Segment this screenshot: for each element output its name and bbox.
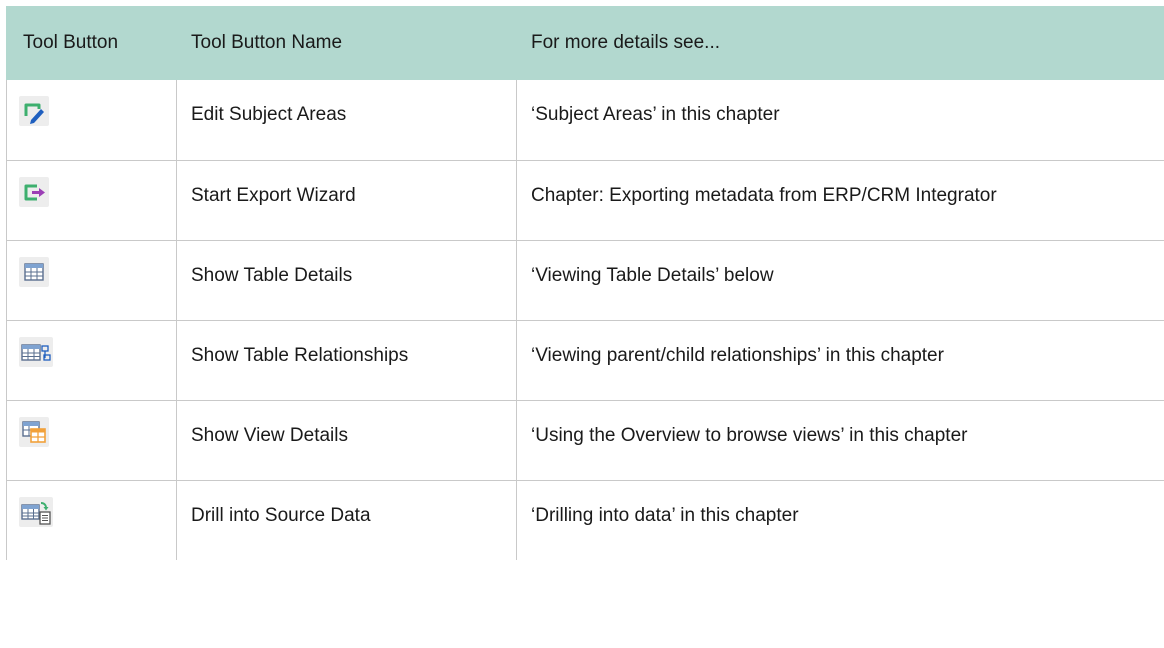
table-row: Show View Details ‘Using the Overview to… <box>6 400 1164 481</box>
tool-button-cell <box>6 480 177 560</box>
tool-button-details: ‘Viewing Table Details’ below <box>516 240 1164 321</box>
tool-button-name: Show Table Details <box>176 240 517 321</box>
table-row: Show Table Relationships ‘Viewing parent… <box>6 320 1164 401</box>
tool-button-name: Show Table Relationships <box>176 320 517 401</box>
tool-button-cell <box>6 240 177 321</box>
tool-button-name: Show View Details <box>176 400 517 481</box>
header-row: Tool Button Tool Button Name For more de… <box>6 6 1164 80</box>
table-row: Show Table Details ‘Viewing Table Detail… <box>6 240 1164 321</box>
table-row: Start Export Wizard Chapter: Exporting m… <box>6 160 1164 241</box>
tool-button-cell <box>6 400 177 481</box>
table-body: Edit Subject Areas ‘Subject Areas’ in th… <box>6 80 1164 560</box>
header-tool-button-name: Tool Button Name <box>176 6 517 80</box>
tool-buttons-page: Tool Button Tool Button Name For more de… <box>6 6 1164 560</box>
show-table-details-icon <box>19 256 49 287</box>
show-table-relationships-icon <box>19 336 53 367</box>
header-tool-button: Tool Button <box>6 6 177 80</box>
header-more-details: For more details see... <box>516 6 1164 80</box>
table-header: Tool Button Tool Button Name For more de… <box>6 6 1164 80</box>
tool-buttons-table: Tool Button Tool Button Name For more de… <box>6 6 1164 560</box>
drill-into-source-data-icon <box>19 496 53 527</box>
tool-button-details: ‘Viewing parent/child relationships’ in … <box>516 320 1164 401</box>
edit-subject-areas-icon <box>19 96 49 126</box>
tool-button-details: ‘Drilling into data’ in this chapter <box>516 480 1164 560</box>
tool-button-details: ‘Using the Overview to browse views’ in … <box>516 400 1164 481</box>
tool-button-name: Edit Subject Areas <box>176 80 517 161</box>
table-row: Edit Subject Areas ‘Subject Areas’ in th… <box>6 80 1164 161</box>
tool-button-name: Start Export Wizard <box>176 160 517 241</box>
start-export-wizard-icon <box>19 176 49 207</box>
tool-button-cell <box>6 80 177 161</box>
show-view-details-icon <box>19 416 49 447</box>
tool-button-name: Drill into Source Data <box>176 480 517 560</box>
tool-button-cell <box>6 160 177 241</box>
tool-button-cell <box>6 320 177 401</box>
table-row: Drill into Source Data ‘Drilling into da… <box>6 480 1164 560</box>
tool-button-details: Chapter: Exporting metadata from ERP/CRM… <box>516 160 1164 241</box>
tool-button-details: ‘Subject Areas’ in this chapter <box>516 80 1164 161</box>
